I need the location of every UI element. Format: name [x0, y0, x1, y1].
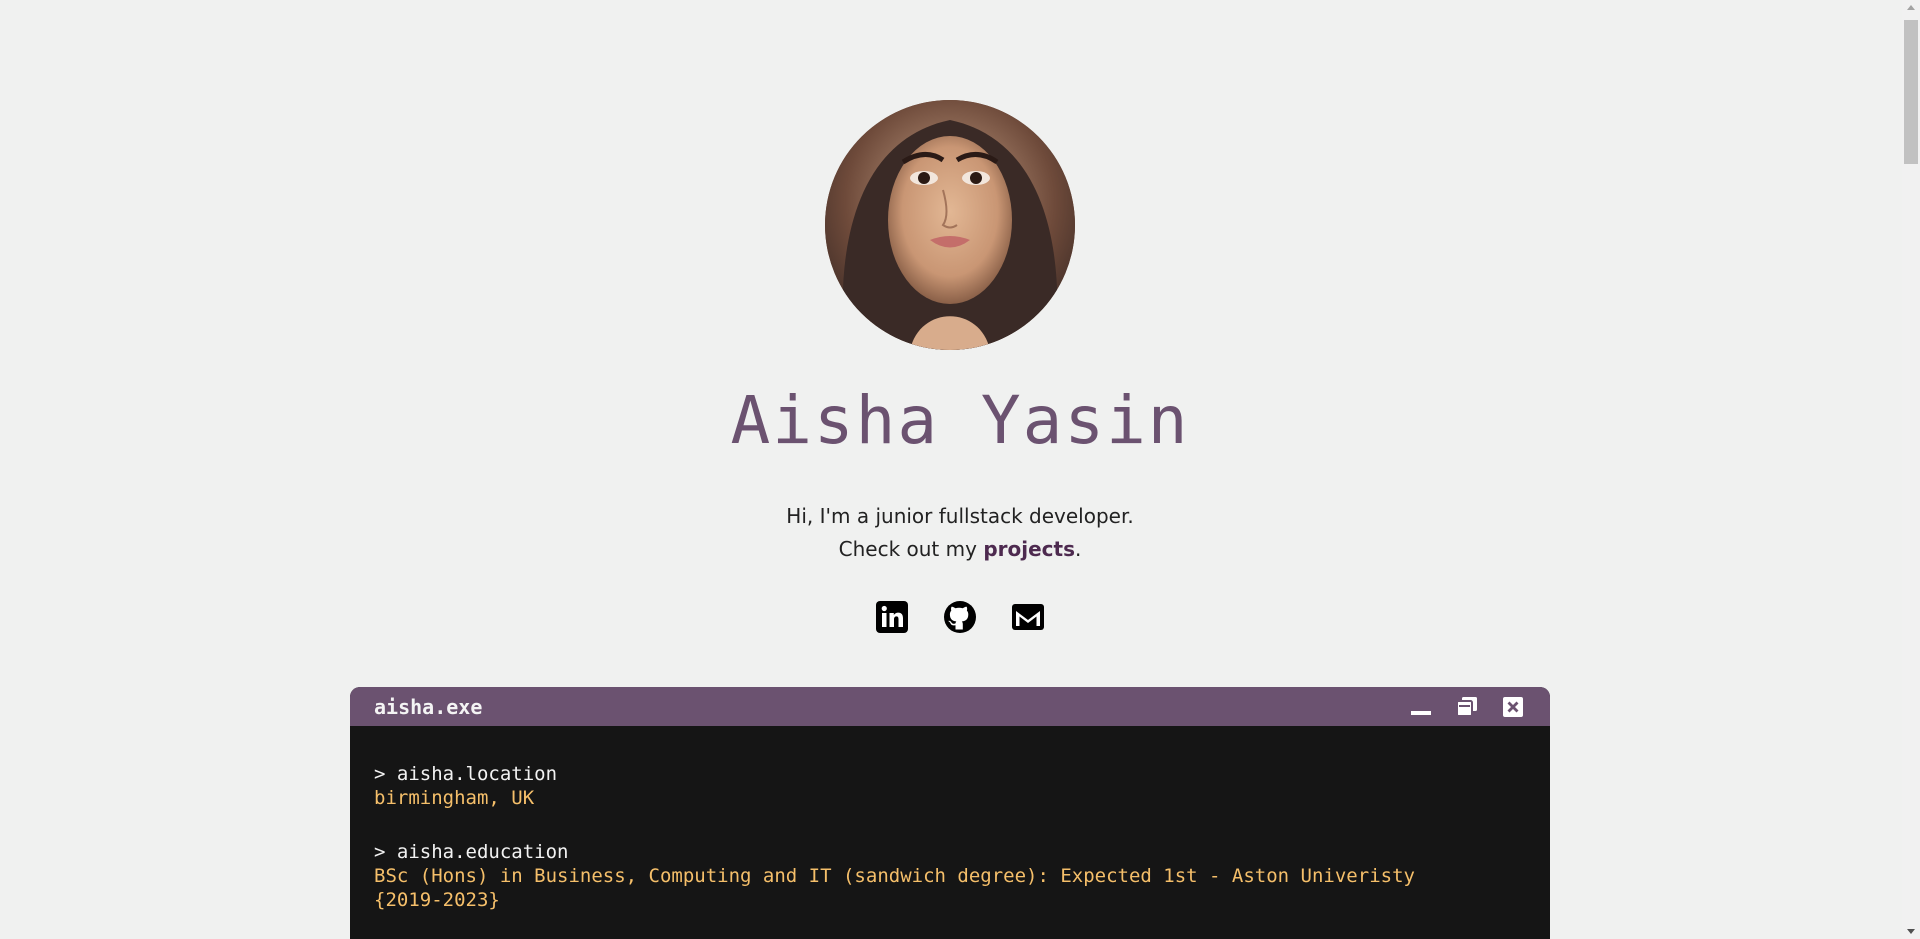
projects-link[interactable]: projects [983, 537, 1075, 561]
terminal-command: > aisha.education [374, 841, 569, 863]
terminal-output: BSc (Hons) in Business, Computing and IT… [374, 865, 1415, 887]
gmail-icon[interactable] [1011, 600, 1045, 634]
profile-name: Aisha Yasin [730, 382, 1190, 459]
intro-line-1: Hi, I'm a junior fullstack developer. [786, 504, 1134, 528]
scroll-up-arrow-icon[interactable] [1907, 5, 1915, 10]
scroll-down-arrow-icon[interactable] [1907, 929, 1915, 934]
page: Aisha Yasin Hi, I'm a junior fullstack d… [0, 0, 1920, 939]
intro-line-2-suffix: . [1074, 537, 1082, 561]
close-icon[interactable] [1500, 694, 1526, 720]
terminal-output-continued: {2019-2023} [374, 889, 500, 911]
minimize-icon[interactable] [1408, 694, 1434, 720]
intro-text: Hi, I'm a junior fullstack developer. Ch… [0, 500, 1920, 566]
terminal-entry: > aisha.location birmingham, UK [374, 762, 1526, 810]
intro-line-2: Check out my projects. [0, 533, 1920, 566]
github-icon[interactable] [943, 600, 977, 634]
linkedin-icon[interactable] [875, 600, 909, 634]
terminal-body: > aisha.location birmingham, UK > aisha.… [350, 726, 1550, 912]
restore-icon[interactable] [1454, 694, 1480, 720]
terminal-output: birmingham, UK [374, 787, 535, 809]
terminal-title-bar: aisha.exe [350, 687, 1550, 726]
terminal-window: aisha.exe > aisha.location birmingham, U… [350, 687, 1550, 939]
terminal-title: aisha.exe [374, 694, 483, 719]
social-links [0, 600, 1920, 634]
terminal-entry: > aisha.education BSc (Hons) in Business… [374, 840, 1526, 912]
terminal-command: > aisha.location [374, 763, 558, 785]
intro-line-2-prefix: Check out my [838, 537, 984, 561]
vertical-scrollbar[interactable] [1902, 0, 1920, 939]
scrollbar-thumb[interactable] [1904, 20, 1918, 164]
window-controls [1408, 694, 1526, 720]
profile-photo [825, 100, 1075, 350]
